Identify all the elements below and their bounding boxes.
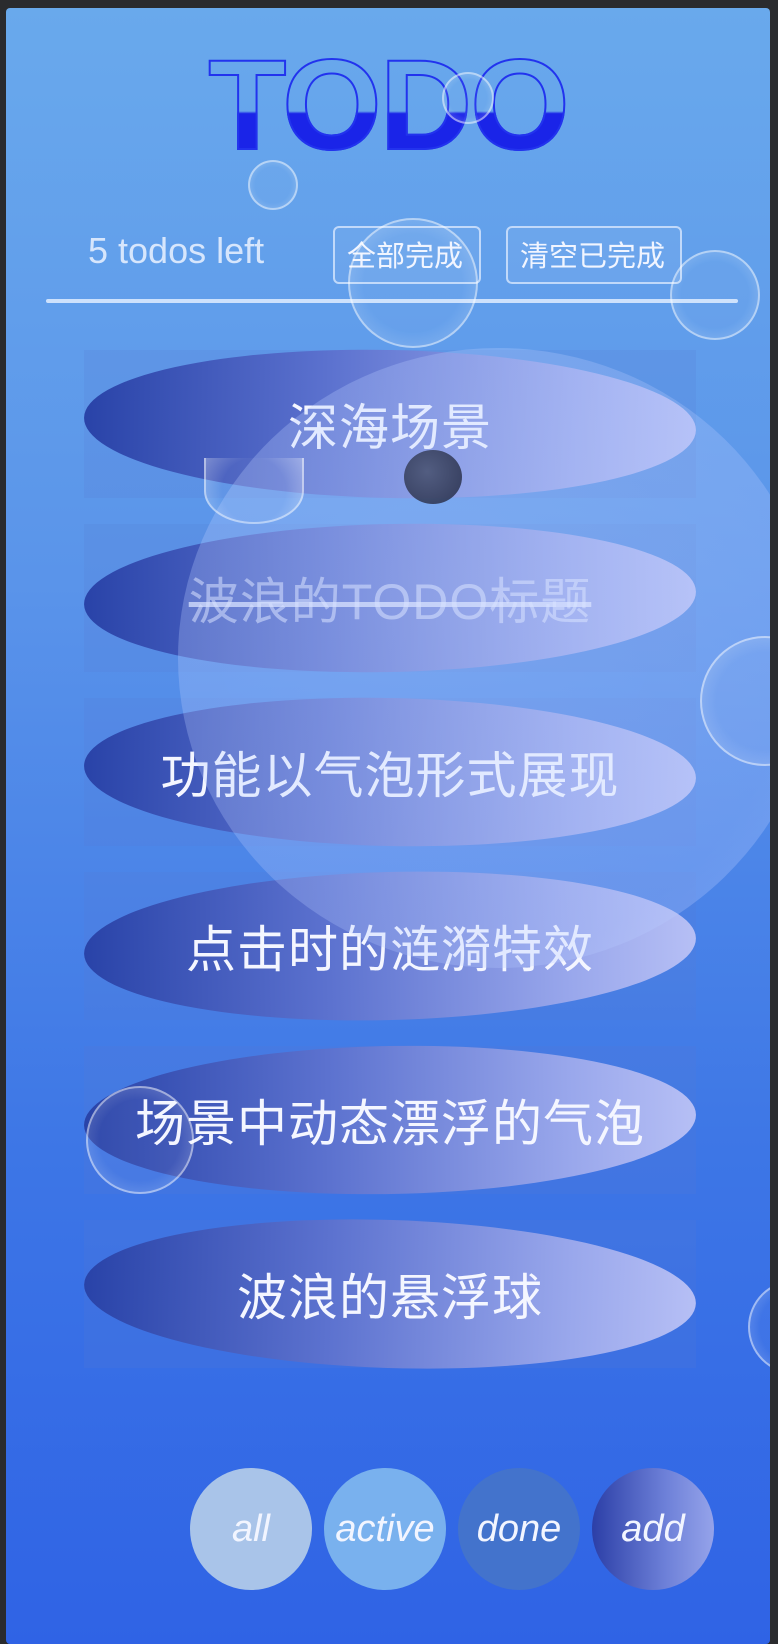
todo-item[interactable]: 波浪的TODO标题 (82, 517, 698, 679)
todo-item[interactable]: 深海场景 (82, 343, 698, 505)
todo-text: 波浪的悬浮球 (237, 1270, 543, 1326)
todo-text: 场景中动态漂浮的气泡 (135, 1096, 645, 1152)
todo-item[interactable]: 场景中动态漂浮的气泡 (82, 1040, 698, 1200)
ripple-cursor (404, 450, 462, 504)
filter-active-button[interactable]: active (324, 1468, 446, 1590)
todo-text: 深海场景 (288, 400, 492, 456)
todo-list: 深海场景 波浪的TODO标题 功能以气泡形式展现 点击时的涟漪特效 场景中动态漂… (6, 8, 770, 1644)
todo-item[interactable]: 波浪的悬浮球 (81, 1210, 699, 1378)
todo-text: 波浪的TODO标题 (188, 574, 592, 630)
filter-done-button[interactable]: done (458, 1468, 580, 1590)
todo-app: TODO 5 todos left 全部完成 清空已完成 深海场景 波浪的TOD… (6, 8, 770, 1644)
todo-text: 功能以气泡形式展现 (160, 748, 620, 804)
todo-text: 点击时的涟漪特效 (186, 922, 594, 978)
todo-item[interactable]: 点击时的涟漪特效 (82, 864, 698, 1028)
window-frame: TODO 5 todos left 全部完成 清空已完成 深海场景 波浪的TOD… (0, 0, 778, 1644)
todo-item[interactable]: 功能以气泡形式展现 (82, 691, 698, 853)
add-todo-button[interactable]: add (592, 1468, 714, 1590)
filter-all-button[interactable]: all (190, 1468, 312, 1590)
